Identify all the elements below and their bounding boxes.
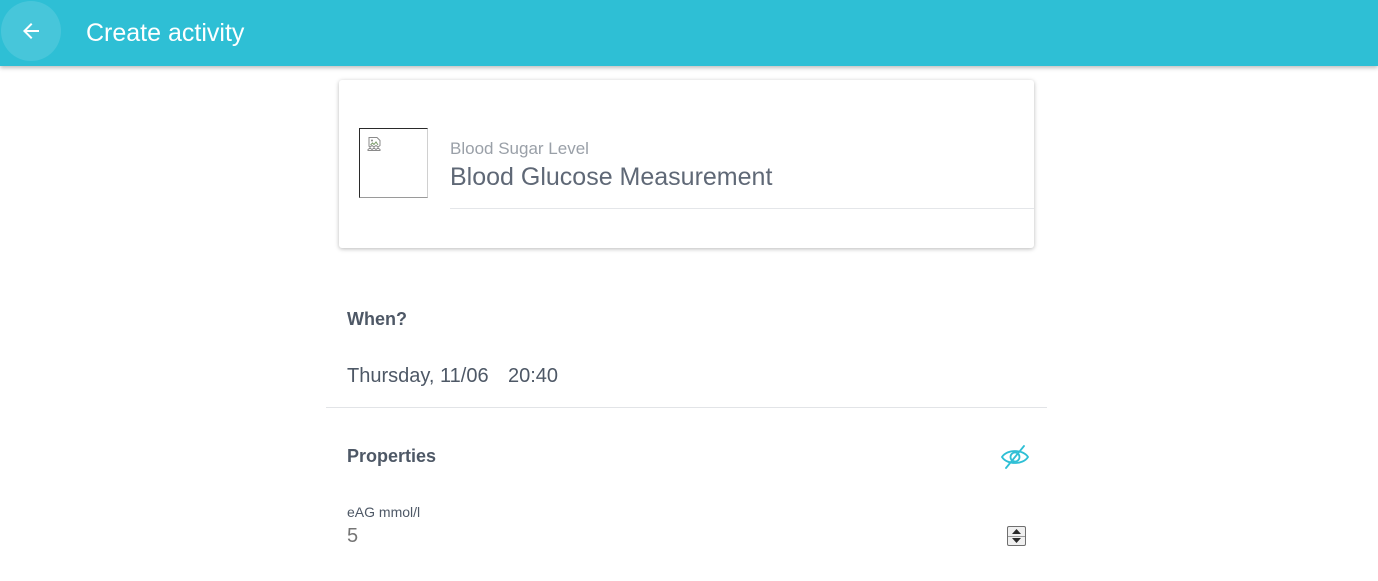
when-heading: When? bbox=[347, 309, 407, 329]
eye-off-icon bbox=[1000, 445, 1030, 469]
arrow-left-icon bbox=[23, 23, 39, 39]
stepper-down-button[interactable] bbox=[1008, 535, 1025, 546]
activity-card[interactable]: Blood Sugar Level Blood Glucose Measurem… bbox=[339, 80, 1034, 248]
eag-input[interactable] bbox=[347, 523, 1031, 549]
stepper-up-button[interactable] bbox=[1008, 527, 1025, 536]
triangle-down-icon bbox=[1012, 538, 1021, 544]
activity-image bbox=[359, 128, 428, 198]
eag-field-label: eAG mmol/l bbox=[347, 504, 421, 520]
card-divider bbox=[450, 208, 1034, 209]
activity-category: Blood Sugar Level bbox=[450, 139, 589, 158]
activity-name: Blood Glucose Measurement bbox=[450, 163, 773, 191]
back-button[interactable] bbox=[1, 1, 61, 61]
eag-stepper[interactable] bbox=[1007, 526, 1026, 546]
broken-image-icon bbox=[367, 137, 381, 151]
date-picker[interactable]: Thursday, 11/06 bbox=[347, 365, 489, 388]
triangle-up-icon bbox=[1012, 528, 1021, 534]
section-divider bbox=[326, 407, 1047, 408]
page-title: Create activity bbox=[86, 19, 245, 47]
app-bar: Create activity bbox=[0, 0, 1378, 66]
properties-heading: Properties bbox=[347, 446, 437, 466]
time-picker[interactable]: 20:40 bbox=[508, 365, 558, 388]
visibility-toggle-button[interactable] bbox=[999, 443, 1031, 471]
